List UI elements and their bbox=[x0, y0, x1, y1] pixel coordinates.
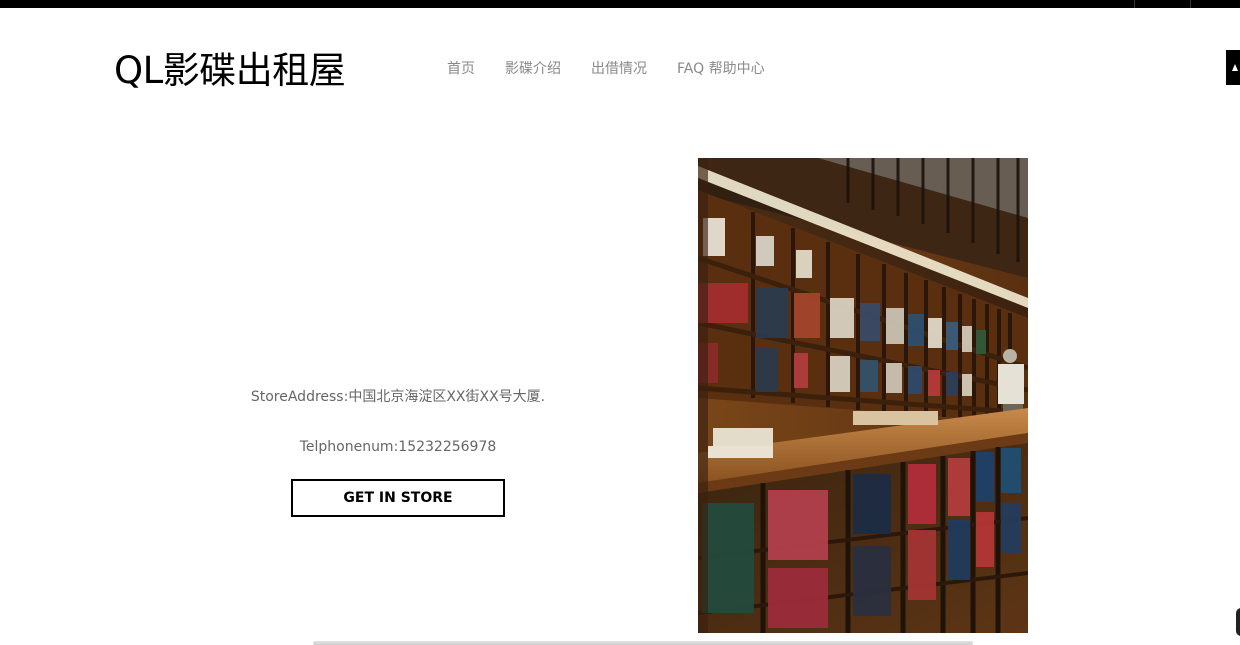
library-photo bbox=[698, 158, 1028, 633]
main-nav: 首页 影碟介绍 出借情况 FAQ 帮助中心 bbox=[447, 58, 795, 78]
store-phone: Telphonenum:15232256978 bbox=[299, 439, 497, 455]
bottom-divider bbox=[313, 641, 973, 645]
nav-item-home[interactable]: 首页 bbox=[447, 58, 475, 78]
side-control[interactable] bbox=[1236, 608, 1240, 636]
site-logo[interactable]: QL影碟出租屋 bbox=[114, 40, 346, 94]
side-scroll-tab[interactable] bbox=[1226, 50, 1240, 85]
nav-item-faq[interactable]: FAQ 帮助中心 bbox=[677, 58, 765, 78]
nav-item-discs[interactable]: 影碟介绍 bbox=[505, 58, 561, 78]
get-in-store-button[interactable]: GET IN STORE bbox=[291, 479, 505, 517]
store-address: StoreAddress:中国北京海淀区XX街XX号大厦. bbox=[250, 389, 546, 405]
nav-item-lending[interactable]: 出借情况 bbox=[591, 58, 647, 78]
top-black-bar bbox=[0, 0, 1240, 8]
